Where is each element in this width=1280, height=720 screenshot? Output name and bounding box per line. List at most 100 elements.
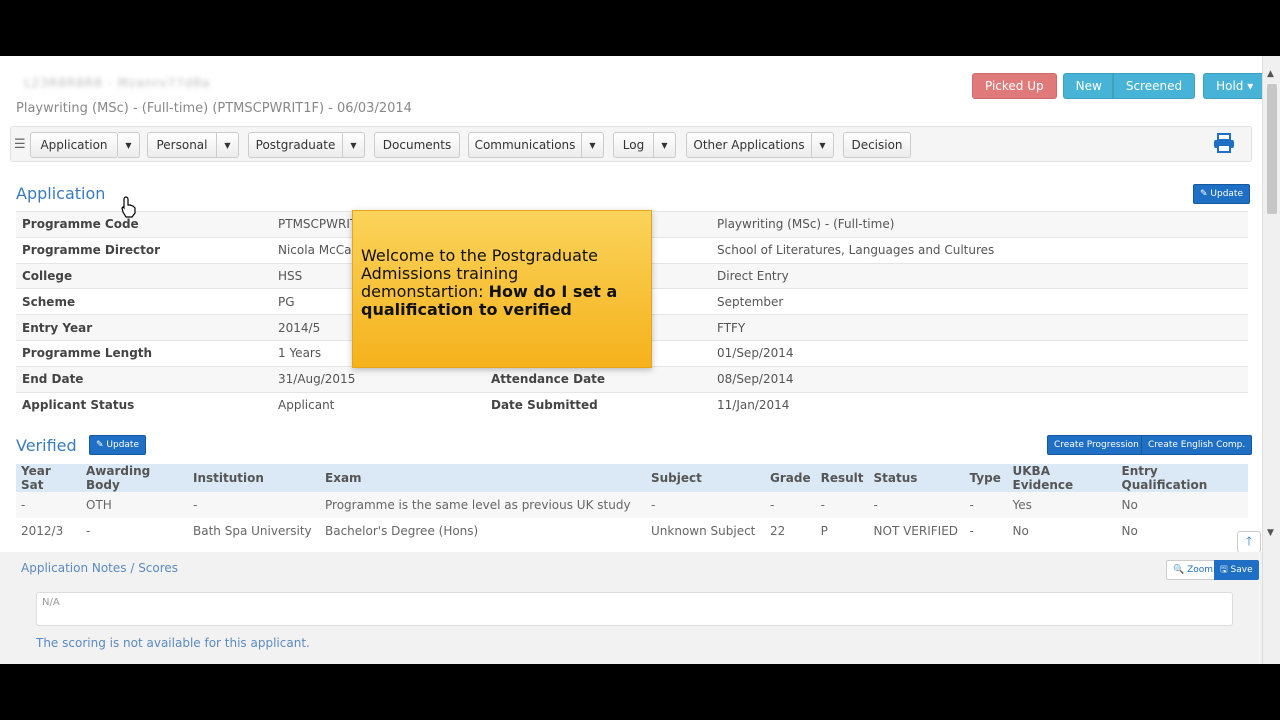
log-caret[interactable]: ▼ bbox=[654, 132, 676, 158]
field-label: Applicant Status bbox=[16, 391, 272, 418]
field-label: Date Submitted bbox=[485, 391, 711, 418]
field-label: Programme Code bbox=[16, 211, 272, 238]
field-label: Programme Director bbox=[16, 236, 272, 264]
zoom-button[interactable]: 🔍 Zoom bbox=[1166, 560, 1221, 580]
tab-application[interactable]: Application bbox=[30, 132, 118, 158]
table-cell: Unknown Subject bbox=[651, 524, 756, 538]
programme-subtitle: Playwriting (MSc) - (Full-time) (PTMSCPW… bbox=[16, 101, 412, 116]
personal-caret[interactable]: ▼ bbox=[217, 132, 239, 158]
table-cell: 22 bbox=[770, 524, 786, 538]
table-cell: P bbox=[820, 524, 828, 538]
tab-personal[interactable]: Personal bbox=[147, 132, 217, 158]
application-row: End Date 31/Aug/2015 Attendance Date 08/Sep… bbox=[16, 365, 1248, 393]
hand-cursor-icon bbox=[121, 196, 136, 218]
table-cell: No bbox=[1121, 524, 1138, 538]
field-label: Programme Length bbox=[16, 339, 272, 367]
scroll-down-arrow[interactable]: ▼ bbox=[1267, 528, 1274, 538]
table-cell: - bbox=[815, 492, 869, 518]
field-value: School of Literatures, Languages and Cul… bbox=[711, 236, 1248, 264]
table-cell: No bbox=[1116, 492, 1248, 518]
field-value: FTFY bbox=[711, 314, 1248, 341]
application-row: Applicant Status Applicant Date Submitted 1… bbox=[16, 391, 1248, 418]
training-caption-overlay: Welcome to the Postgraduate Admissions t… bbox=[352, 210, 652, 368]
notes-panel: Application Notes / Scores 🔍 Zoom 🖫 Save… bbox=[0, 552, 1262, 664]
screened-button[interactable]: Screened bbox=[1112, 73, 1196, 99]
column-header: Result bbox=[815, 464, 869, 492]
notes-title: Application Notes / Scores bbox=[21, 561, 179, 575]
notes-field[interactable]: N/A bbox=[36, 592, 1233, 626]
table-cell: - bbox=[868, 492, 965, 518]
table-cell: OTH bbox=[81, 492, 188, 518]
column-header: UKBA Evidence bbox=[1007, 464, 1117, 492]
application-update-button[interactable]: ✎ Update bbox=[1193, 184, 1250, 204]
print-icon[interactable] bbox=[1213, 133, 1235, 157]
column-header: Awarding Body bbox=[81, 464, 188, 492]
table-cell: Bath Spa University bbox=[193, 524, 312, 538]
column-header: Exam bbox=[320, 464, 646, 492]
tab-documents[interactable]: Documents bbox=[374, 132, 460, 158]
picked-up-button[interactable]: Picked Up bbox=[972, 73, 1057, 99]
table-cell: Bachelor's Degree (Hons) bbox=[325, 524, 479, 538]
table-cell: 2012/3 bbox=[21, 524, 64, 538]
back-to-top-button[interactable]: 🡑 bbox=[1237, 531, 1261, 553]
table-cell: - bbox=[646, 492, 765, 518]
column-header: Entry Qualification bbox=[1116, 464, 1248, 492]
field-value: 08/Sep/2014 bbox=[711, 365, 1248, 393]
column-header: Institution bbox=[188, 464, 320, 492]
column-header: Subject bbox=[646, 464, 765, 492]
field-value: 31/Aug/2015 bbox=[272, 365, 485, 393]
table-cell: - bbox=[86, 524, 91, 538]
field-value: Direct Entry bbox=[711, 262, 1248, 289]
field-label: Scheme bbox=[16, 288, 272, 315]
table-cell: - bbox=[964, 492, 1008, 518]
tab-log[interactable]: Log bbox=[613, 132, 654, 158]
table-cell: No bbox=[1012, 524, 1029, 538]
status-actions: Picked Up New Screened Hold ▾ bbox=[972, 73, 1267, 99]
list-icon[interactable]: ☰ bbox=[14, 137, 26, 152]
communications-caret[interactable]: ▼ bbox=[582, 132, 604, 158]
new-button[interactable]: New bbox=[1062, 73, 1113, 99]
qualifications-table: Year Sat Awarding Body Institution Exam Subj… bbox=[16, 464, 1248, 544]
field-label: Attendance Date bbox=[485, 365, 711, 393]
field-value: Playwriting (MSc) - (Full-time) bbox=[711, 211, 1248, 238]
verified-update-button[interactable]: ✎ Update bbox=[89, 435, 146, 455]
application-section-title: Application bbox=[16, 184, 106, 203]
column-header: Grade bbox=[765, 464, 816, 492]
field-label: College bbox=[16, 262, 272, 289]
applicant-name-blurred: L23R8R8R8 - Mzanrv77d8a bbox=[24, 76, 211, 90]
status-button-group: New Screened bbox=[1062, 73, 1196, 99]
field-value: 11/Jan/2014 bbox=[711, 391, 1248, 418]
table-cell: - bbox=[765, 492, 816, 518]
tab-other-applications[interactable]: Other Applications bbox=[686, 132, 812, 158]
tab-communications[interactable]: Communications bbox=[468, 132, 582, 158]
applicant-navbar: ☰ Application ▼ Personal ▼ Postgraduate … bbox=[10, 126, 1252, 162]
column-header: Status bbox=[868, 464, 965, 492]
column-header: Year Sat bbox=[16, 464, 81, 492]
qualification-row[interactable]: - OTH - Programme is the same level as prev… bbox=[16, 492, 1248, 518]
scroll-up-arrow[interactable]: ▲ bbox=[1267, 69, 1274, 79]
admissions-screen: L23R8R8R8 - Mzanrv77d8a Playwriting (MSc… bbox=[0, 56, 1280, 664]
scroll-thumb[interactable] bbox=[1267, 84, 1277, 214]
save-button[interactable]: 🖫 Save bbox=[1214, 560, 1259, 580]
verified-section-title: Verified bbox=[16, 436, 77, 455]
create-english-comp-button[interactable]: Create English Comp. bbox=[1141, 435, 1253, 455]
field-value: Applicant bbox=[272, 391, 485, 418]
table-cell: Programme is the same level as previous … bbox=[320, 492, 646, 518]
table-cell: - bbox=[16, 492, 81, 518]
table-cell: - bbox=[188, 492, 320, 518]
tab-decision[interactable]: Decision bbox=[843, 132, 911, 158]
qualification-row[interactable]: 2012/3 - Bath Spa University Bachelor's Deg… bbox=[16, 518, 1248, 544]
field-value: September bbox=[711, 288, 1248, 315]
postgraduate-caret[interactable]: ▼ bbox=[343, 132, 365, 158]
application-caret[interactable]: ▼ bbox=[118, 132, 140, 158]
tab-postgraduate[interactable]: Postgraduate bbox=[248, 132, 343, 158]
field-value: 01/Sep/2014 bbox=[711, 339, 1248, 367]
field-label: End Date bbox=[16, 365, 272, 393]
other-applications-caret[interactable]: ▼ bbox=[812, 132, 834, 158]
scoring-message: The scoring is not available for this ap… bbox=[36, 636, 310, 650]
column-header: Type bbox=[964, 464, 1008, 492]
create-progression-button[interactable]: Create Progression bbox=[1047, 435, 1146, 455]
hold-dropdown[interactable]: Hold ▾ bbox=[1203, 73, 1267, 99]
vertical-scrollbar[interactable]: ▲ ▼ bbox=[1262, 56, 1280, 664]
table-cell: Yes bbox=[1007, 492, 1117, 518]
